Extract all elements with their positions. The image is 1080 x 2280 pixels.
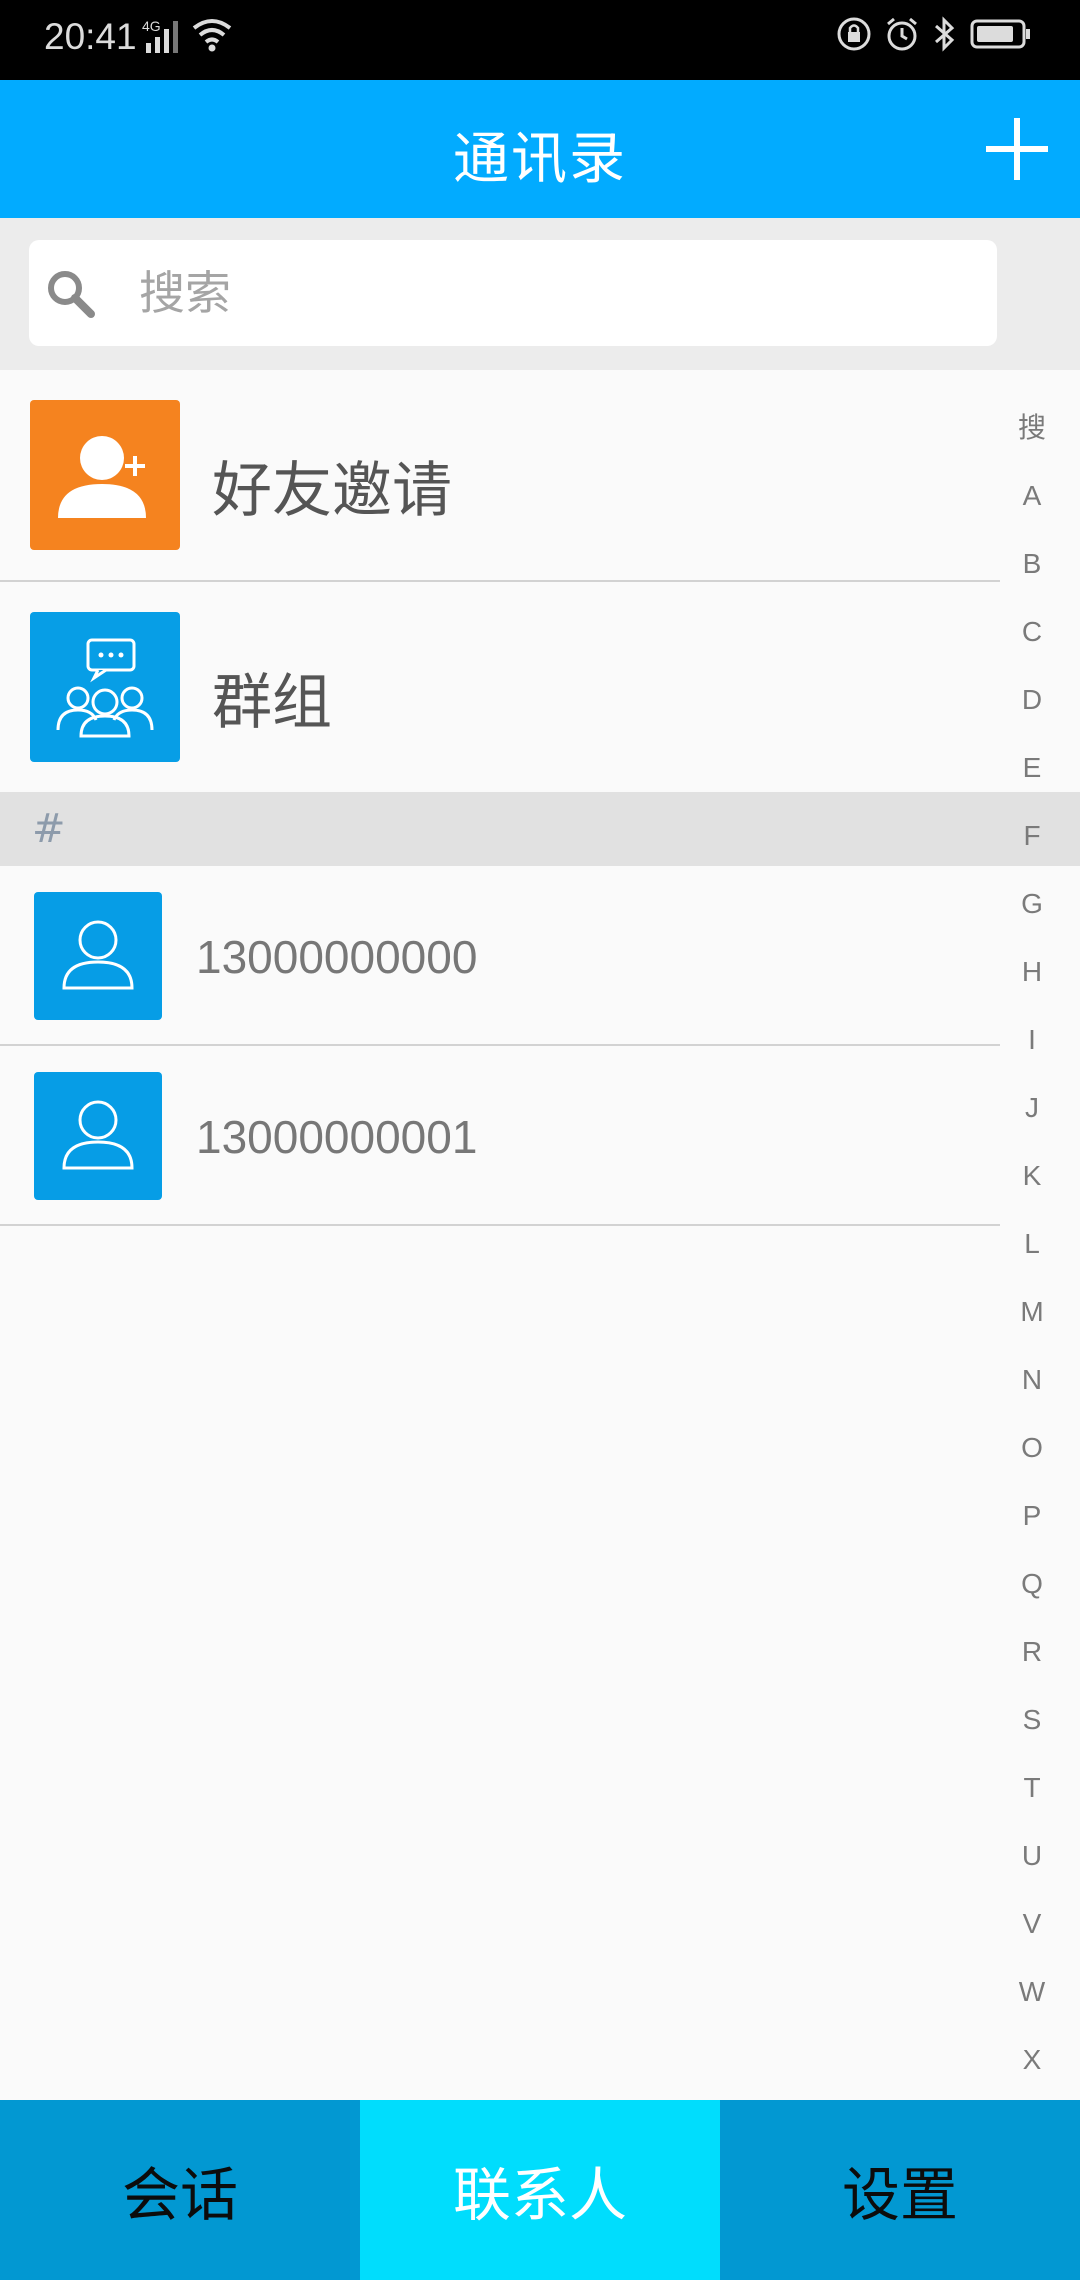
person-icon xyxy=(34,892,162,1020)
person-icon xyxy=(34,1072,162,1200)
index-letter[interactable]: 搜 xyxy=(1000,394,1064,462)
contact-name: 13000000000 xyxy=(196,931,478,983)
tab-contacts[interactable]: 联系人 xyxy=(360,2100,720,2280)
group-icon xyxy=(30,612,180,762)
tab-settings[interactable]: 设置 xyxy=(720,2100,1080,2280)
index-letter[interactable]: O xyxy=(1000,1414,1064,1482)
index-letter[interactable]: J xyxy=(1000,1074,1064,1142)
tab-conversations[interactable]: 会话 xyxy=(0,2100,360,2280)
index-letter[interactable]: R xyxy=(1000,1618,1064,1686)
index-letter[interactable]: H xyxy=(1000,938,1064,1006)
wifi-icon xyxy=(192,16,232,60)
index-letter[interactable]: F xyxy=(1000,802,1064,870)
search-area xyxy=(0,218,1080,370)
index-letter[interactable]: S xyxy=(1000,1686,1064,1754)
bluetooth-icon xyxy=(932,16,958,56)
contact-name: 13000000001 xyxy=(196,1111,478,1163)
battery-icon xyxy=(970,18,1032,54)
status-bar: 20:41 4G xyxy=(0,0,1080,80)
index-letter[interactable]: A xyxy=(1000,462,1064,530)
index-letter[interactable]: Q xyxy=(1000,1550,1064,1618)
signal-icon: 4G xyxy=(142,17,188,65)
search-icon xyxy=(43,266,99,326)
plus-icon xyxy=(986,118,1048,180)
index-letter[interactable]: W xyxy=(1000,1958,1064,2026)
index-letter[interactable]: I xyxy=(1000,1006,1064,1074)
index-letter[interactable]: L xyxy=(1000,1210,1064,1278)
contact-row[interactable]: 13000000000 xyxy=(0,866,1000,1046)
bottom-nav: 会话 联系人 设置 xyxy=(0,2100,1080,2280)
index-letter[interactable]: U xyxy=(1000,1822,1064,1890)
lock-rotation-icon xyxy=(836,16,872,56)
section-letter: # xyxy=(32,806,66,852)
group-label: 群组 xyxy=(212,668,332,738)
index-letter[interactable]: P xyxy=(1000,1482,1064,1550)
index-letter[interactable]: V xyxy=(1000,1890,1064,1958)
friend-invite-label: 好友邀请 xyxy=(212,456,452,526)
index-letter[interactable]: X xyxy=(1000,2026,1064,2094)
index-letter[interactable]: M xyxy=(1000,1278,1064,1346)
contacts-screen: 20:41 4G 通讯录 搜索 好友邀请 群组 # 13000000000 13… xyxy=(0,0,1080,2280)
app-bar: 通讯录 xyxy=(0,80,1080,218)
index-letter[interactable]: G xyxy=(1000,870,1064,938)
index-letter[interactable]: C xyxy=(1000,598,1064,666)
network-type-label: 4G xyxy=(142,18,161,34)
contact-row[interactable]: 13000000001 xyxy=(0,1046,1000,1226)
index-letter[interactable]: T xyxy=(1000,1754,1064,1822)
section-header: # xyxy=(0,792,1080,866)
index-letter[interactable]: E xyxy=(1000,734,1064,802)
alphabet-index-bar[interactable]: 搜ABCDEFGHIJKLMNOPQRSTUVWX xyxy=(1000,394,1064,2094)
index-letter[interactable]: D xyxy=(1000,666,1064,734)
search-input[interactable] xyxy=(139,258,959,328)
search-box[interactable] xyxy=(29,240,997,346)
page-title: 通讯录 xyxy=(453,127,627,192)
alarm-icon xyxy=(884,16,920,56)
add-contact-button[interactable] xyxy=(982,114,1052,184)
status-icons xyxy=(836,16,1032,56)
index-letter[interactable]: B xyxy=(1000,530,1064,598)
status-time: 20:41 xyxy=(44,16,137,57)
add-friend-icon xyxy=(30,400,180,550)
index-letter[interactable]: N xyxy=(1000,1346,1064,1414)
index-letter[interactable]: K xyxy=(1000,1142,1064,1210)
friend-invite-item[interactable]: 好友邀请 xyxy=(0,370,1000,582)
group-item[interactable]: 群组 xyxy=(0,582,1000,794)
